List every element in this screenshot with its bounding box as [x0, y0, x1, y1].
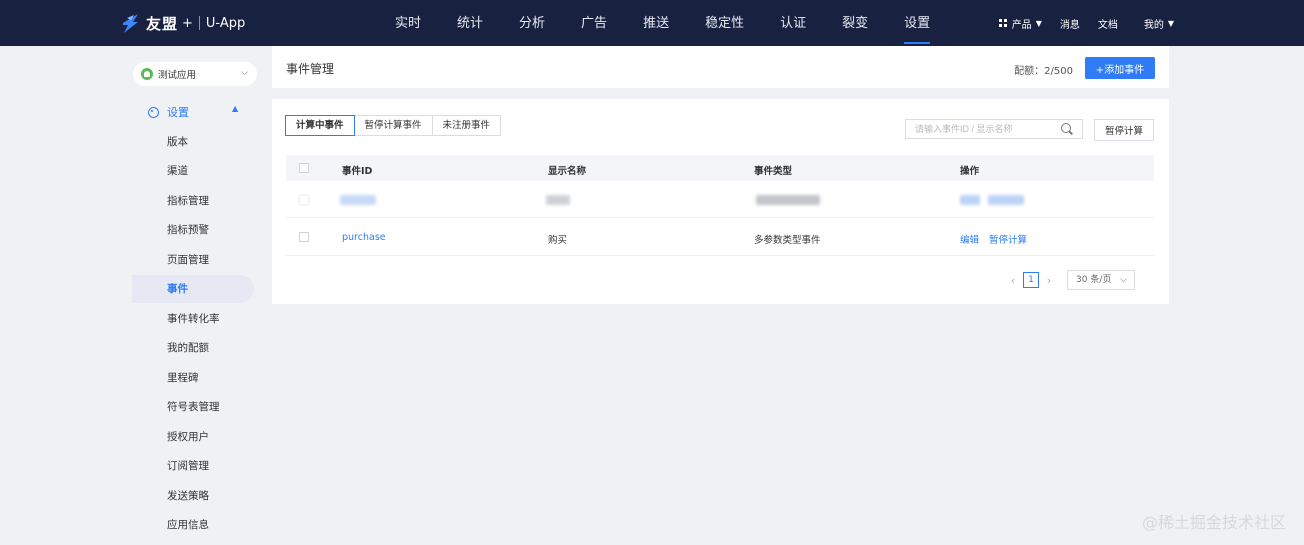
- quota-text: 配额：2/500: [1014, 66, 1073, 77]
- event-id-cell[interactable]: purchase: [342, 232, 386, 243]
- products-menu[interactable]: 产品 ▼: [998, 16, 1042, 31]
- edit-link[interactable]: 编辑: [960, 232, 979, 246]
- app-product-name: U-App: [205, 15, 246, 31]
- app-selector[interactable]: 测试应用 ⌵: [133, 62, 257, 86]
- column-header-event-type: 事件类型: [754, 166, 793, 177]
- sidebar-item-symbols[interactable]: 符号表管理: [132, 393, 254, 421]
- table-header: 事件ID 显示名称 事件类型 操作: [286, 155, 1154, 181]
- column-header-display-name: 显示名称: [548, 166, 587, 177]
- page-header: 事件管理 配额：2/500 +添加事件: [272, 46, 1169, 88]
- tab-paused-events[interactable]: 暂停计算事件: [353, 115, 433, 136]
- events-panel: 计算中事件 暂停计算事件 未注册事件 暂停计算 事件ID 显示名称 事件类型 操…: [272, 99, 1169, 304]
- sidebar-section-settings[interactable]: 设置 ▲: [148, 104, 238, 120]
- nav-auth[interactable]: 认证: [769, 0, 817, 46]
- display-name-cell: 购买: [548, 235, 568, 246]
- top-navbar: 友盟 + U-App 实时 统计 分析 广告 推送 稳定性 认证 裂变 设置 产…: [0, 0, 1304, 46]
- caret-down-icon: ▼: [1035, 18, 1042, 28]
- docs-link[interactable]: 文档: [1098, 16, 1118, 31]
- messages-link[interactable]: 消息: [1060, 16, 1080, 31]
- logo-divider: [198, 16, 200, 30]
- sidebar-item-authorized-users[interactable]: 授权用户: [132, 423, 254, 451]
- page-size-label: 30 条/页: [1076, 275, 1112, 285]
- table-row: [286, 181, 1154, 218]
- redacted-event-type: [756, 195, 820, 205]
- logo[interactable]: 友盟 + U-App: [120, 12, 245, 34]
- event-type-cell: 多参数类型事件: [754, 235, 821, 246]
- sidebar-item-metrics[interactable]: 指标管理: [132, 187, 254, 215]
- chevron-down-icon: ⌵: [1120, 275, 1127, 285]
- sidebar-section-label: 设置: [167, 106, 189, 119]
- search-input[interactable]: [905, 119, 1083, 139]
- pause-calculation-link[interactable]: 暂停计算: [989, 232, 1027, 246]
- next-page-icon[interactable]: ›: [1043, 274, 1055, 287]
- top-right-menu: 产品 ▼ 消息 文档 我的 ▼: [981, 0, 1174, 46]
- row-checkbox[interactable]: [299, 232, 309, 242]
- sidebar-item-pages[interactable]: 页面管理: [132, 246, 254, 274]
- nav-statistics[interactable]: 统计: [446, 0, 494, 46]
- chevron-down-icon: ⌵: [241, 68, 248, 78]
- redacted-display-name: [546, 195, 570, 205]
- nav-settings[interactable]: 设置: [893, 0, 941, 46]
- page-title: 事件管理: [286, 62, 335, 76]
- sidebar: 测试应用 ⌵ 设置 ▲ 版本 渠道 指标管理 指标预警 页面管理 事件 事件转化…: [0, 46, 262, 545]
- main-nav: 实时 统计 分析 广告 推送 稳定性 认证 裂变 设置: [384, 0, 955, 46]
- nav-push[interactable]: 推送: [632, 0, 680, 46]
- account-label: 我的: [1143, 19, 1164, 31]
- column-header-actions: 操作: [960, 166, 980, 177]
- redacted-event-id: [340, 195, 376, 205]
- search-icon[interactable]: [1061, 123, 1071, 133]
- account-menu[interactable]: 我的 ▼: [1144, 16, 1174, 31]
- sidebar-item-version[interactable]: 版本: [132, 128, 254, 156]
- nav-stability[interactable]: 稳定性: [694, 0, 755, 46]
- caret-down-icon: ▼: [1167, 18, 1174, 28]
- nav-realtime[interactable]: 实时: [384, 0, 432, 46]
- sidebar-item-alerts[interactable]: 指标预警: [132, 216, 254, 244]
- nav-analysis[interactable]: 分析: [508, 0, 556, 46]
- table-row: purchase 购买 多参数类型事件 编辑 暂停计算: [286, 219, 1154, 256]
- redacted-pause-link[interactable]: [988, 195, 1024, 205]
- caret-up-icon: ▲: [232, 104, 239, 113]
- nav-fission[interactable]: 裂变: [831, 0, 879, 46]
- sidebar-item-events[interactable]: 事件: [132, 275, 254, 303]
- brand-plus: +: [182, 15, 193, 31]
- sidebar-item-send-policy[interactable]: 发送策略: [132, 482, 254, 510]
- column-header-event-id: 事件ID: [342, 166, 373, 177]
- sidebar-item-quota[interactable]: 我的配额: [132, 334, 254, 362]
- redacted-edit-link[interactable]: [960, 195, 980, 205]
- sidebar-item-channel[interactable]: 渠道: [132, 157, 254, 185]
- add-event-button[interactable]: +添加事件: [1085, 57, 1155, 79]
- pause-calculation-button[interactable]: 暂停计算: [1094, 119, 1154, 141]
- android-icon: [141, 68, 153, 80]
- umeng-logo-icon: [123, 14, 138, 33]
- prev-page-icon[interactable]: ‹: [1007, 274, 1019, 287]
- event-tabs: 计算中事件 暂停计算事件 未注册事件: [285, 115, 502, 136]
- tab-active-events[interactable]: 计算中事件: [285, 115, 355, 136]
- sidebar-item-app-info[interactable]: 应用信息: [132, 511, 254, 539]
- page-size-select[interactable]: 30 条/页 ⌵: [1067, 270, 1135, 290]
- select-all-checkbox[interactable]: [299, 163, 309, 173]
- watermark: @稀土掘金技术社区: [1141, 513, 1286, 532]
- tab-unregistered-events[interactable]: 未注册事件: [431, 115, 502, 136]
- grid-icon: [998, 19, 1007, 27]
- sidebar-item-milestones[interactable]: 里程碑: [132, 364, 254, 392]
- sidebar-item-subscriptions[interactable]: 订阅管理: [132, 452, 254, 480]
- row-checkbox[interactable]: [299, 195, 309, 205]
- app-selector-label: 测试应用: [158, 70, 197, 81]
- sidebar-item-event-conversion[interactable]: 事件转化率: [132, 305, 254, 333]
- pagination: ‹ 1 ›: [1007, 272, 1055, 288]
- page-number[interactable]: 1: [1023, 272, 1039, 288]
- nav-ads[interactable]: 广告: [570, 0, 618, 46]
- gear-icon: [148, 106, 159, 118]
- brand-name: 友盟: [146, 14, 179, 33]
- products-label: 产品: [1011, 19, 1032, 31]
